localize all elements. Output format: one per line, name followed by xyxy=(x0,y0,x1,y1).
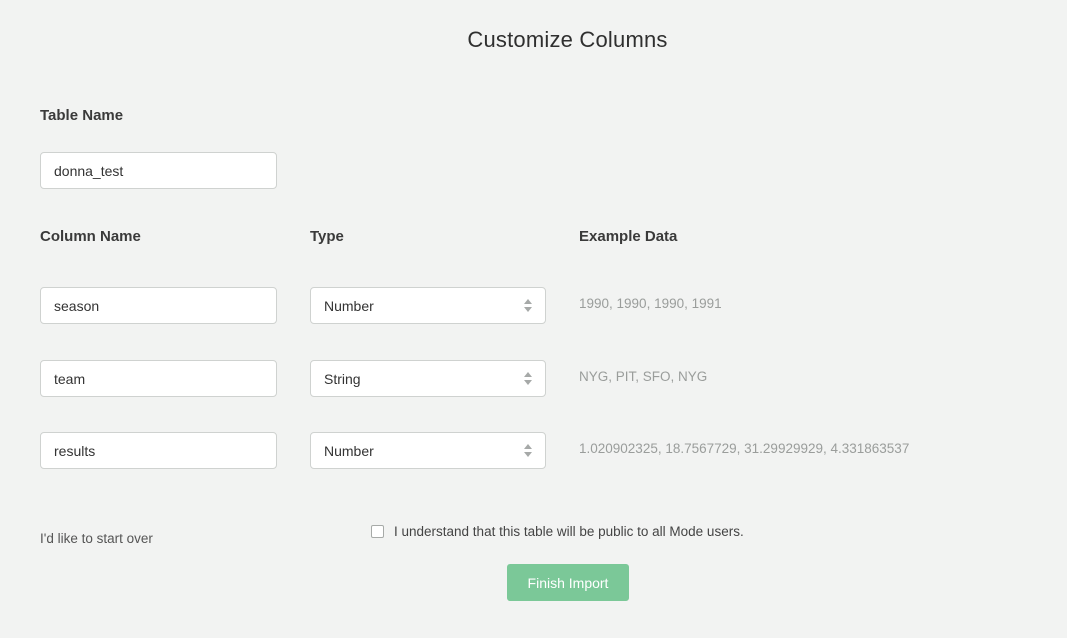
column-name-input[interactable] xyxy=(40,432,277,469)
select-arrows-icon xyxy=(524,372,532,385)
table-name-input[interactable] xyxy=(40,152,277,189)
example-data-header: Example Data xyxy=(579,228,678,245)
page-title: Customize Columns xyxy=(467,27,668,52)
column-type-select[interactable]: String xyxy=(310,360,546,397)
column-type-select[interactable]: Number xyxy=(310,432,546,469)
select-arrows-icon xyxy=(524,299,532,312)
example-data: NYG, PIT, SFO, NYG xyxy=(579,369,708,384)
finish-import-button[interactable]: Finish Import xyxy=(507,564,629,601)
table-name-label: Table Name xyxy=(40,107,124,124)
column-name-input[interactable] xyxy=(40,287,277,324)
column-type-select[interactable]: Number xyxy=(310,287,546,324)
column-type-value: Number xyxy=(324,297,374,314)
public-consent-label: I understand that this table will be pub… xyxy=(394,524,744,539)
public-consent: I understand that this table will be pub… xyxy=(371,524,744,539)
column-name-header: Column Name xyxy=(40,228,141,245)
start-over-link[interactable]: I'd like to start over xyxy=(40,531,153,546)
column-type-value: Number xyxy=(324,442,374,459)
example-data: 1990, 1990, 1990, 1991 xyxy=(579,296,722,311)
column-name-input[interactable] xyxy=(40,360,277,397)
select-arrows-icon xyxy=(524,444,532,457)
public-consent-checkbox[interactable] xyxy=(371,525,384,538)
column-type-value: String xyxy=(324,370,361,387)
type-header: Type xyxy=(310,228,344,245)
example-data: 1.020902325, 18.7567729, 31.29929929, 4.… xyxy=(579,441,910,456)
